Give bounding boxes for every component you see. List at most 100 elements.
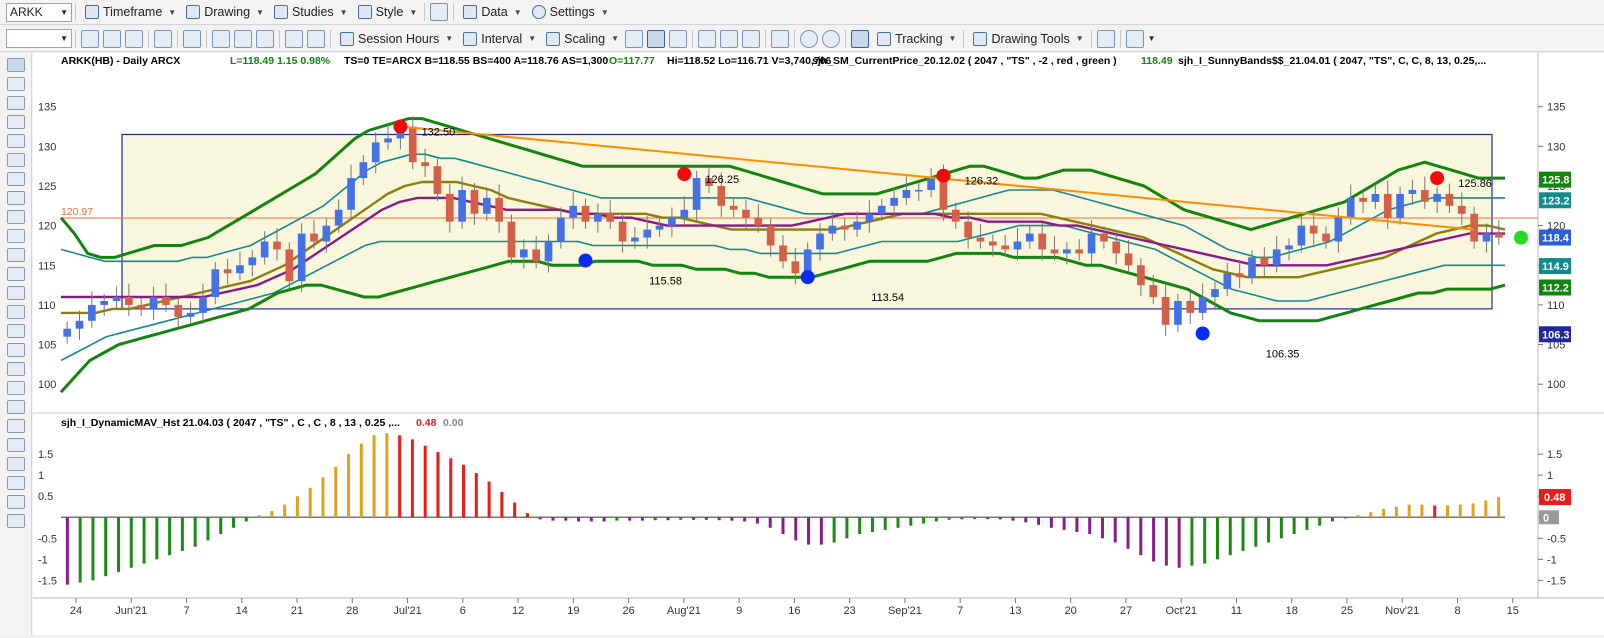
people-icon[interactable] [256, 29, 274, 48]
grid-tool-icon[interactable] [7, 248, 25, 262]
tracking-icon [877, 31, 892, 46]
candle-body [791, 261, 800, 274]
table-icon[interactable] [7, 267, 25, 281]
candle-body [890, 197, 898, 206]
studies-button[interactable]: Studies ▼ [270, 2, 352, 23]
session-hours-button[interactable]: Session Hours ▼ [336, 28, 457, 49]
candle-body [1050, 249, 1059, 254]
vbars-icon[interactable] [7, 229, 25, 243]
candle-body [1396, 193, 1404, 218]
analysis-icon[interactable] [1125, 29, 1144, 48]
settings-button[interactable]: Settings ▼ [528, 2, 613, 23]
candle-body [1309, 225, 1318, 234]
swing-label: 132.50 [422, 127, 456, 139]
eraser-icon[interactable] [7, 495, 25, 509]
candlestick-icon[interactable] [647, 29, 666, 48]
symbol-selector[interactable]: ARKK ▼ [6, 2, 72, 22]
crosshair-icon[interactable] [7, 77, 25, 91]
style-button[interactable]: Style ▼ [354, 2, 422, 23]
candle-body [1223, 273, 1232, 290]
candle-body [729, 205, 738, 210]
chart-icon[interactable] [234, 29, 252, 48]
channel-icon[interactable] [7, 153, 25, 167]
header-study2: sjh_I_SunnyBands$$_21.04.01 ( 2047, "TS"… [1178, 55, 1486, 67]
candle-body [766, 225, 775, 246]
arc-icon[interactable] [7, 191, 25, 205]
arrow-left-icon[interactable] [7, 514, 25, 528]
lines-icon[interactable] [7, 286, 25, 300]
price-value-tag-label: 114.9 [1542, 261, 1569, 273]
scaling-button[interactable]: Scaling ▼ [542, 28, 623, 49]
config-icon[interactable] [307, 29, 325, 48]
hollow-candle-icon[interactable] [669, 29, 688, 48]
crosshair-grid-icon[interactable] [851, 29, 870, 48]
toolbar-divider [330, 29, 331, 48]
candle-body [1063, 249, 1071, 254]
zoom-in-icon[interactable] [800, 29, 819, 48]
text-icon[interactable] [7, 457, 25, 471]
candle-body [865, 213, 874, 222]
candle-body [914, 189, 923, 192]
chart-svg[interactable]: 120.97132.50126.25 126.32 125.86115.58113.… [33, 53, 1604, 635]
chart-area[interactable]: 120.97 132.50 126.25 126.32 125.86 115.58 113.… [33, 53, 1604, 635]
chevron-down-icon[interactable]: ▼ [1148, 34, 1156, 43]
candle-body [569, 205, 578, 218]
toolbar-divider [963, 29, 965, 48]
target-icon[interactable] [183, 29, 201, 48]
candle-body [100, 300, 109, 305]
candle-body [1297, 225, 1306, 246]
zoom-icon[interactable] [154, 29, 172, 48]
toolbar-divider [794, 29, 796, 48]
ruler-icon[interactable] [7, 210, 25, 224]
swing-high-marker [393, 119, 408, 134]
price-tick-label-left: 130 [38, 141, 56, 153]
drawing-button[interactable]: Drawing ▼ [182, 2, 268, 23]
refresh-icon[interactable] [81, 29, 99, 48]
candle-body [1346, 197, 1355, 218]
layout-icon[interactable] [430, 3, 449, 21]
candle-body [902, 189, 911, 198]
arrow-up-icon[interactable] [7, 400, 25, 414]
brush-icon[interactable] [7, 476, 25, 490]
bars-icon[interactable] [698, 29, 717, 48]
spiral-icon[interactable] [7, 305, 25, 319]
line-icon[interactable] [7, 115, 25, 129]
ohlc-bar-icon[interactable] [625, 29, 644, 48]
timeframe-selector[interactable]: ▼ [6, 29, 72, 48]
arrow-down-icon[interactable] [7, 381, 25, 395]
ellipse-icon[interactable] [7, 419, 25, 433]
tools-icon[interactable] [285, 29, 303, 48]
x-tick-label: 19 [567, 605, 579, 617]
candle-body [643, 229, 652, 238]
rectangle-icon[interactable] [7, 438, 25, 452]
candle-body [334, 209, 343, 226]
candle-body [1235, 273, 1244, 278]
levels-icon[interactable] [7, 343, 25, 357]
timeframe-button[interactable]: Timeframe ▼ [81, 2, 180, 23]
candle-body [273, 241, 281, 250]
arc-tool-icon[interactable] [7, 362, 25, 376]
swing-high-marker [677, 167, 692, 182]
data-button[interactable]: Data ▼ [459, 2, 525, 23]
swing-low-marker [578, 253, 593, 268]
zoom-out-icon[interactable] [822, 29, 841, 48]
wrench-icon[interactable] [7, 96, 25, 110]
bars-wide-icon[interactable] [742, 29, 761, 48]
swing-label: 126.25 [705, 174, 739, 186]
tracking-button[interactable]: Tracking ▼ [873, 28, 960, 49]
interval-button[interactable]: Interval ▼ [459, 28, 540, 49]
hline-icon[interactable] [7, 134, 25, 148]
wave-icon[interactable] [212, 29, 230, 48]
pointer-icon[interactable] [7, 58, 25, 72]
grid-icon[interactable] [125, 29, 143, 48]
drawing-tools-button[interactable]: Drawing Tools ▼ [969, 28, 1087, 49]
studies-label: Studies [291, 5, 334, 19]
add-chart-icon[interactable] [1096, 29, 1115, 48]
bars-alt-icon[interactable] [720, 29, 739, 48]
panes-icon[interactable] [771, 29, 790, 48]
swing-high-marker [936, 168, 951, 183]
fib-icon[interactable] [7, 172, 25, 186]
chevron-down-icon: ▼ [513, 7, 522, 17]
reload-icon[interactable] [103, 29, 121, 48]
cycle-icon[interactable] [7, 324, 25, 338]
